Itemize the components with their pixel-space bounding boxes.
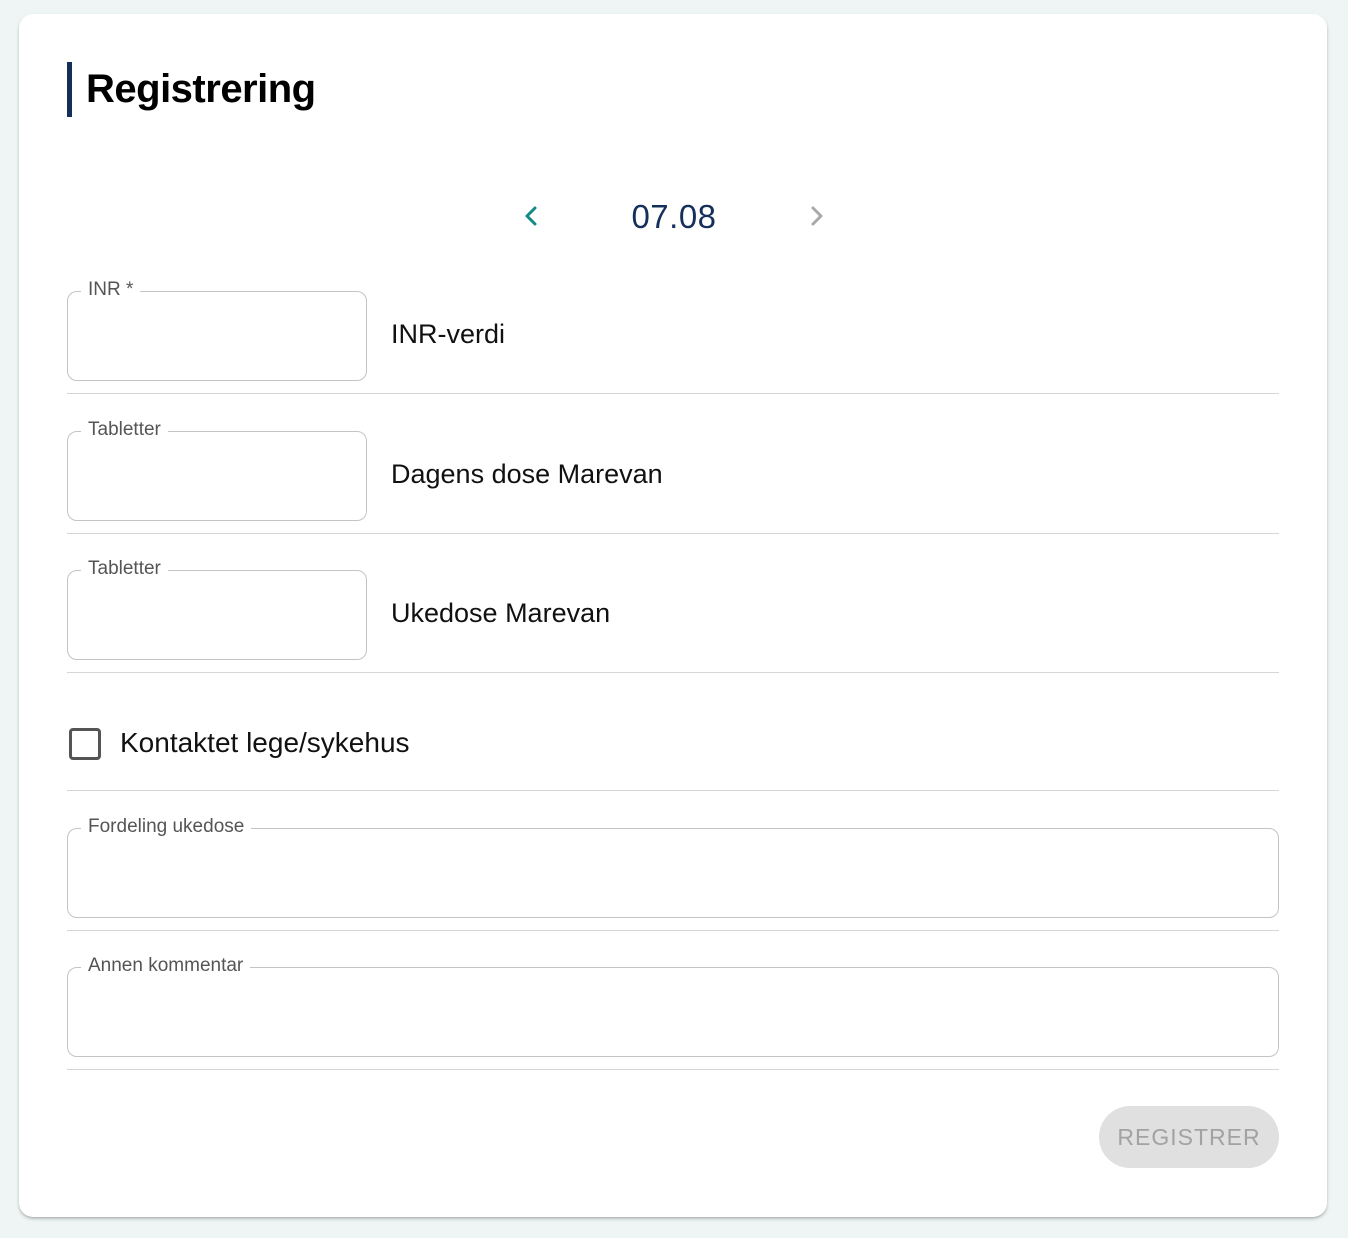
next-date-button[interactable] [797,196,837,236]
comment-input[interactable] [68,968,1278,1056]
contact-checkbox[interactable] [69,728,101,760]
comment-row: Annen kommentar [67,954,1279,1070]
chevron-right-icon [811,206,823,226]
register-button[interactable]: REGISTRER [1099,1106,1279,1168]
weekly-dose-input[interactable] [68,571,366,659]
daily-dose-row: Tabletter Dagens dose Marevan [67,418,1279,534]
comment-field: Annen kommentar [67,954,1279,1057]
distribution-input[interactable] [68,829,1278,917]
contact-row: Kontaktet lege/sykehus [67,687,1279,791]
weekly-dose-field: Tabletter [67,557,367,660]
page-title-wrap: Registrering [67,62,316,117]
current-date: 07.08 [631,198,717,235]
page-title: Registrering [86,67,316,111]
contact-checkbox-label[interactable]: Kontaktet lege/sykehus [120,727,410,759]
weekly-dose-description: Ukedose Marevan [391,598,611,628]
daily-dose-field: Tabletter [67,418,367,521]
distribution-row: Fordeling ukedose [67,815,1279,931]
inr-input[interactable] [68,292,366,380]
daily-dose-description: Dagens dose Marevan [391,459,663,489]
date-navigator: 07.08 [509,188,839,244]
daily-dose-input[interactable] [68,432,366,520]
inr-field: INR * [67,278,367,381]
weekly-dose-row: Tabletter Ukedose Marevan [67,557,1279,673]
inr-description: INR-verdi [391,319,506,349]
inr-row: INR * INR-verdi [67,278,1279,394]
registration-card: Registrering 07.08 INR * INR-verdi Table… [19,14,1327,1217]
distribution-field: Fordeling ukedose [67,815,1279,918]
